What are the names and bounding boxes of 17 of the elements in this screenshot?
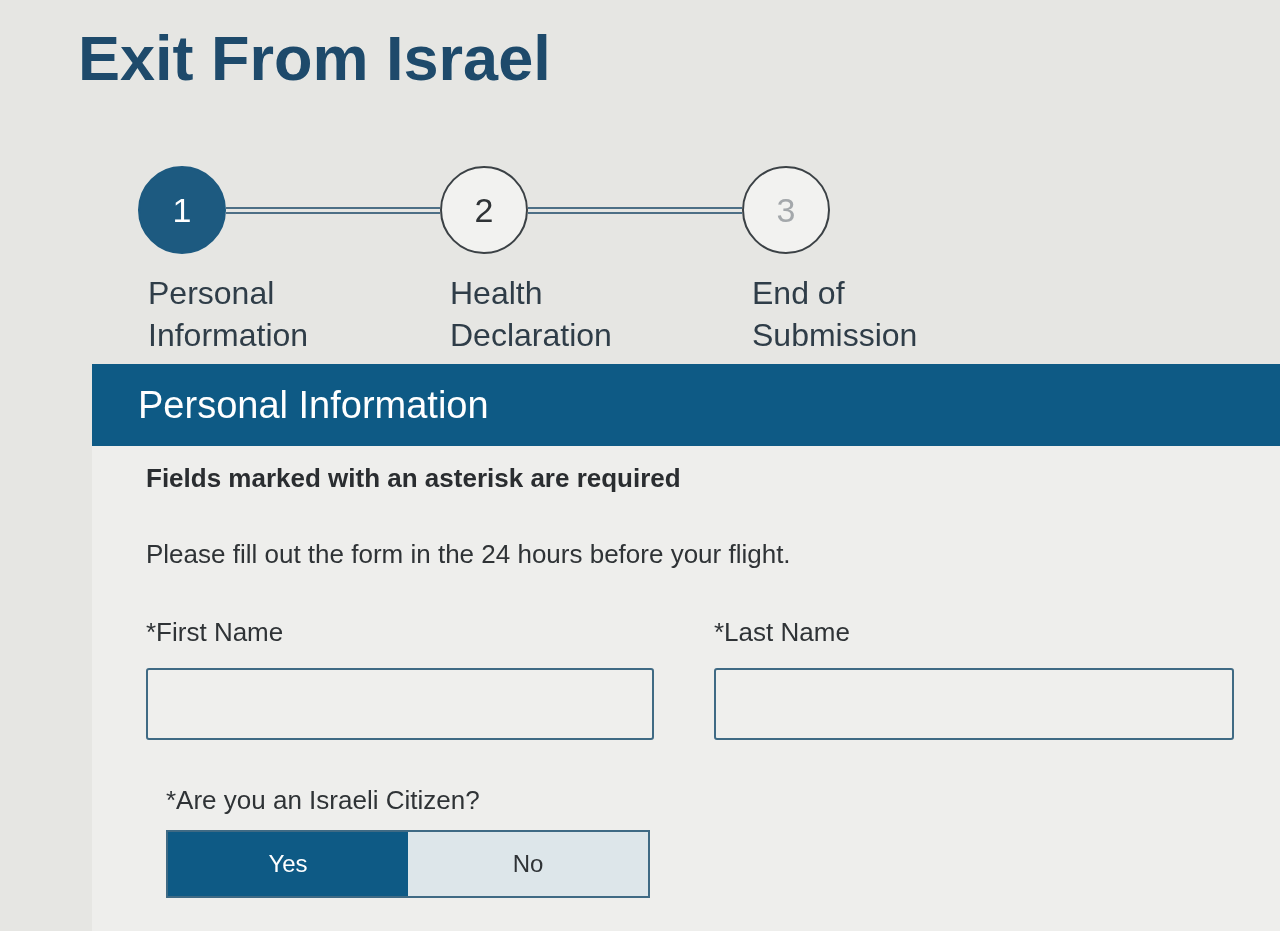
- step-circle: 3: [742, 166, 830, 254]
- section-title: Personal Information: [138, 383, 489, 427]
- text-input-field[interactable]: [146, 668, 654, 740]
- step-label: Personal Information: [148, 274, 310, 355]
- question-label: *Are you an Israeli Citizen?: [166, 784, 481, 816]
- step-label: Health Declaration: [450, 274, 613, 355]
- field-label: *Last Name: [714, 616, 851, 648]
- page-title: Exit From Israel: [77, 22, 552, 95]
- step-label: End of Submission: [752, 274, 919, 355]
- step-circle: 1: [138, 166, 226, 254]
- field-label: *First Name: [146, 616, 285, 648]
- toggle-option-button[interactable]: No: [408, 832, 648, 896]
- toggle-option-button[interactable]: Yes: [168, 832, 408, 896]
- step-circle: 2: [440, 166, 528, 254]
- instruction-text: Please fill out the form in the 24 hours before your flight.: [146, 538, 792, 571]
- text-input-field[interactable]: [714, 668, 1234, 740]
- required-note: Fields marked with an asterisk are required: [146, 462, 682, 495]
